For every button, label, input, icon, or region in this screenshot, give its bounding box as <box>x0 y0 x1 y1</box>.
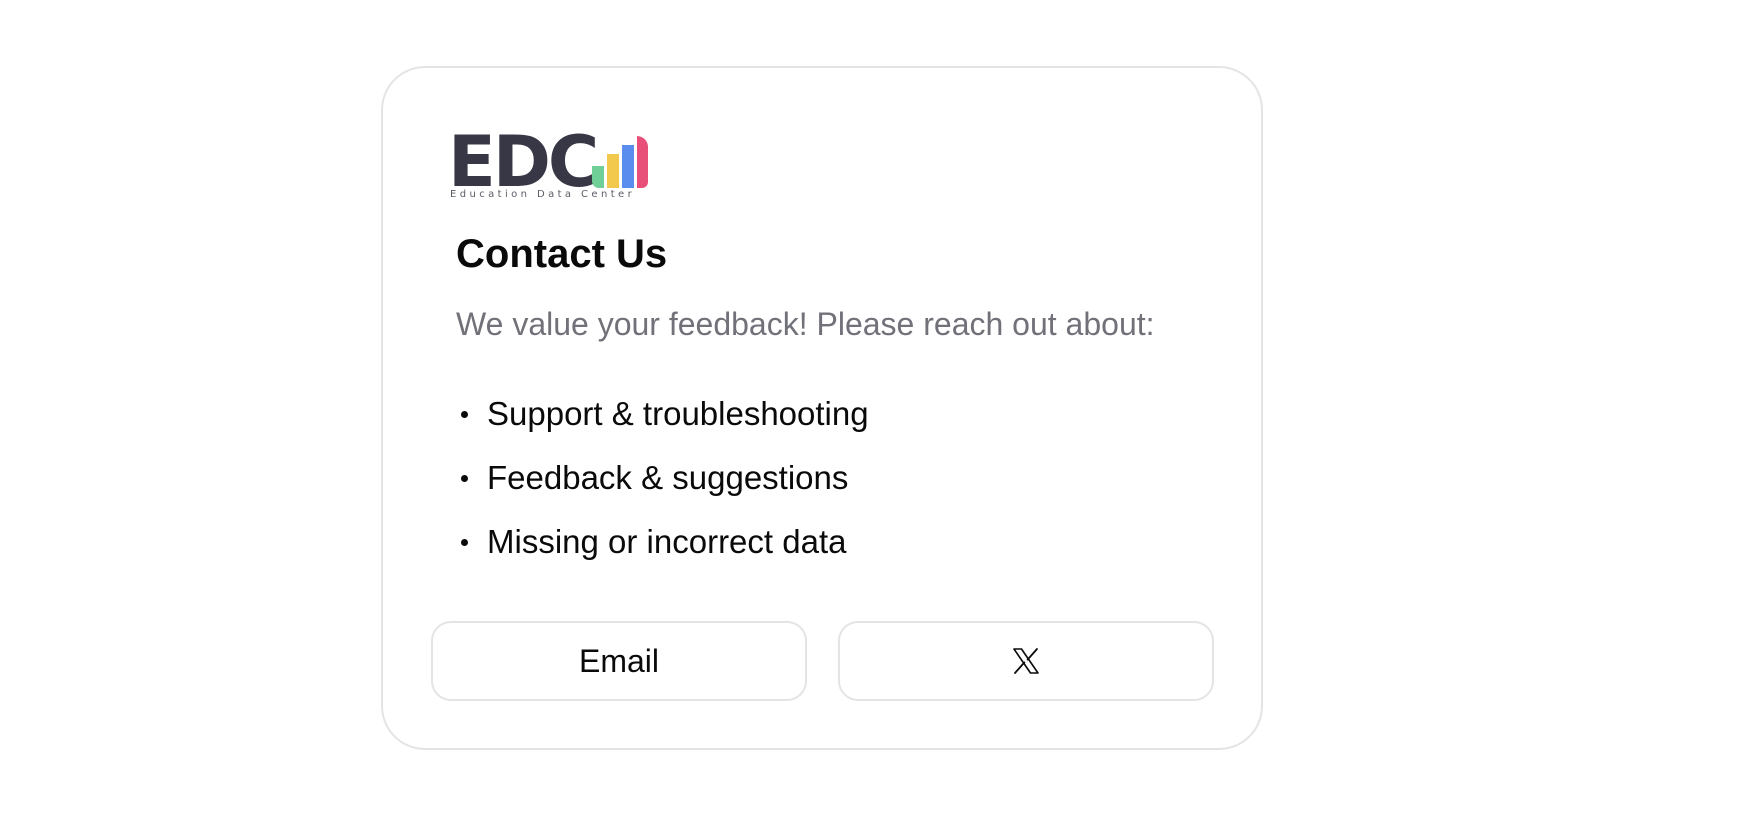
logo-tagline: Education Data Center <box>450 189 636 200</box>
list-item: Feedback & suggestions <box>456 456 869 520</box>
list-item: Support & troubleshooting <box>456 392 869 456</box>
email-button-label: Email <box>578 642 659 679</box>
topic-label: Feedback & suggestions <box>487 459 849 496</box>
contact-subtitle: We value your feedback! Please reach out… <box>456 306 1155 342</box>
logo-wordmark: EDC <box>448 121 599 203</box>
email-button[interactable]: Email <box>431 621 807 701</box>
bullet-icon <box>461 475 468 482</box>
topic-list: Support & troubleshooting Feedback & sug… <box>456 392 869 584</box>
x-logo-icon <box>1013 648 1039 674</box>
bullet-icon <box>461 539 468 546</box>
bar-chart-logo-icon <box>592 136 648 188</box>
edc-logo: EDC Education Data Center <box>448 121 653 203</box>
topic-label: Support & troubleshooting <box>487 395 869 432</box>
bullet-icon <box>461 411 468 418</box>
page-title: Contact Us <box>456 232 668 276</box>
list-item: Missing or incorrect data <box>456 520 869 584</box>
x-button[interactable] <box>838 621 1214 701</box>
topic-label: Missing or incorrect data <box>487 523 847 560</box>
contact-card: EDC Education Data Center Contact Us We … <box>381 66 1263 750</box>
